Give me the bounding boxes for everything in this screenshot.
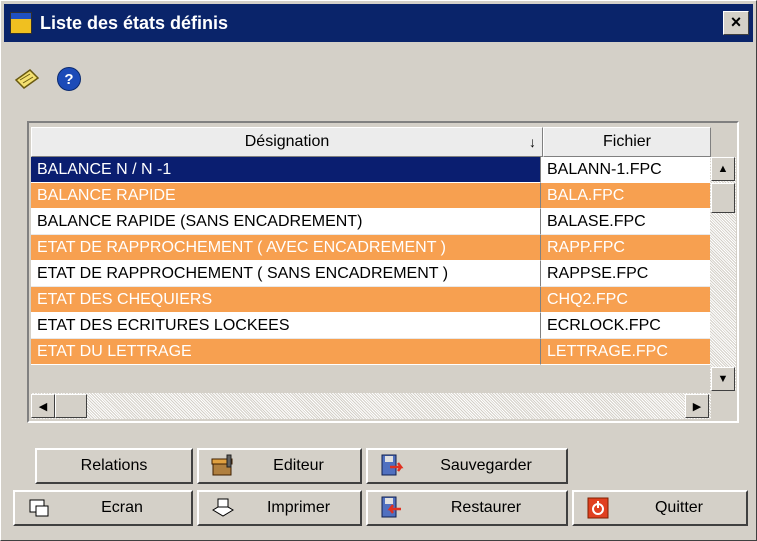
power-icon (584, 494, 612, 522)
screen-icon (25, 494, 53, 522)
table-row[interactable]: ETAT DU LETTRAGE LETTRAGE.FPC (31, 339, 711, 365)
scroll-left-button[interactable]: ◀ (31, 394, 55, 418)
ecran-label: Ecran (101, 499, 143, 516)
restaurer-button[interactable]: Restaurer (366, 490, 568, 526)
quitter-button[interactable]: Quitter (572, 490, 748, 526)
window: Liste des états définis × ? Désignation … (0, 0, 757, 541)
table-row[interactable]: BALANCE RAPIDE (SANS ENCADREMENT) BALASE… (31, 209, 711, 235)
sauvegarder-label: Sauvegarder (440, 457, 532, 474)
vertical-scrollbar[interactable]: ▲ ▼ (710, 157, 736, 391)
cell-fichier: RAPPSE.FPC (541, 261, 711, 287)
cell-fichier: ECRLOCK.FPC (541, 313, 711, 339)
pencil-note-icon[interactable] (13, 65, 41, 93)
table-row[interactable]: BALANCE N / N -1 BALANN-1.FPC (31, 157, 711, 183)
window-title: Liste des états définis (40, 12, 229, 33)
cell-fichier: CHQ2.FPC (541, 287, 711, 313)
ecran-button[interactable]: Ecran (13, 490, 193, 526)
cell-designation: ETAT DE RAPPROCHEMENT ( SANS ENCADREMENT… (31, 261, 541, 287)
table-row[interactable]: ETAT DE RAPPROCHEMENT ( AVEC ENCADREMENT… (31, 235, 711, 261)
table-row[interactable]: ETAT DE RAPPROCHEMENT ( SANS ENCADREMENT… (31, 261, 711, 287)
quitter-label: Quitter (654, 499, 703, 516)
cell-designation: ETAT DU LETTRAGE (31, 339, 541, 365)
cell-designation: BALANCE RAPIDE (31, 183, 541, 209)
printer-icon (209, 494, 237, 522)
relations-button[interactable]: Relations (35, 448, 193, 484)
scroll-right-button[interactable]: ▶ (685, 394, 709, 418)
app-icon (10, 12, 32, 34)
cell-designation: ETAT DES CHEQUIERS (31, 287, 541, 313)
scroll-down-button[interactable]: ▼ (711, 367, 735, 391)
sort-descending-icon: ↓ (529, 134, 536, 150)
vertical-scroll-thumb[interactable] (711, 183, 735, 213)
editeur-button[interactable]: Editeur (197, 448, 362, 484)
column-header-label: Fichier (602, 133, 651, 150)
cell-fichier: RAPP.FPC (541, 235, 711, 261)
scroll-up-button[interactable]: ▲ (711, 157, 735, 181)
imprimer-button[interactable]: Imprimer (197, 490, 362, 526)
sauvegarder-button[interactable]: Sauvegarder (366, 448, 568, 484)
cell-designation: ETAT DES ECRITURES LOCKEES (31, 313, 541, 339)
toolbar: ? (13, 63, 83, 95)
table-row[interactable]: ETAT DES ECRITURES LOCKEES ECRLOCK.FPC (31, 313, 711, 339)
horizontal-scrollbar[interactable]: ◀ ▶ (31, 393, 711, 419)
cell-designation: BALANCE N / N -1 (31, 157, 541, 183)
column-header-fichier[interactable]: Fichier (543, 127, 711, 157)
save-icon (378, 452, 406, 480)
table-row[interactable]: BALANCE RAPIDE BALA.FPC (31, 183, 711, 209)
restaurer-label: Restaurer (450, 499, 522, 516)
relations-label: Relations (80, 457, 148, 474)
imprimer-label: Imprimer (266, 499, 331, 516)
close-button[interactable]: × (723, 11, 749, 35)
cell-designation: BALANCE RAPIDE (SANS ENCADREMENT) (31, 209, 541, 235)
title-bar[interactable]: Liste des états définis × (4, 4, 753, 42)
horizontal-scroll-thumb[interactable] (55, 394, 87, 418)
toolbox-icon (209, 452, 237, 480)
help-icon: ? (57, 67, 81, 91)
restore-icon (378, 494, 406, 522)
cell-fichier: BALASE.FPC (541, 209, 711, 235)
grid-rows: BALANCE N / N -1 BALANN-1.FPC BALANCE RA… (31, 157, 711, 365)
cell-designation: ETAT DE RAPPROCHEMENT ( AVEC ENCADREMENT… (31, 235, 541, 261)
cell-fichier: BALA.FPC (541, 183, 711, 209)
column-header-label: Désignation (244, 133, 330, 150)
column-header-designation[interactable]: Désignation ↓ (31, 127, 543, 157)
editeur-label: Editeur (273, 457, 324, 474)
states-grid: Désignation ↓ Fichier BALANCE N / N -1 B… (27, 121, 739, 423)
cell-fichier: BALANN-1.FPC (541, 157, 711, 183)
help-button[interactable]: ? (55, 65, 83, 93)
table-row[interactable]: ETAT DES CHEQUIERS CHQ2.FPC (31, 287, 711, 313)
cell-fichier: LETTRAGE.FPC (541, 339, 711, 365)
